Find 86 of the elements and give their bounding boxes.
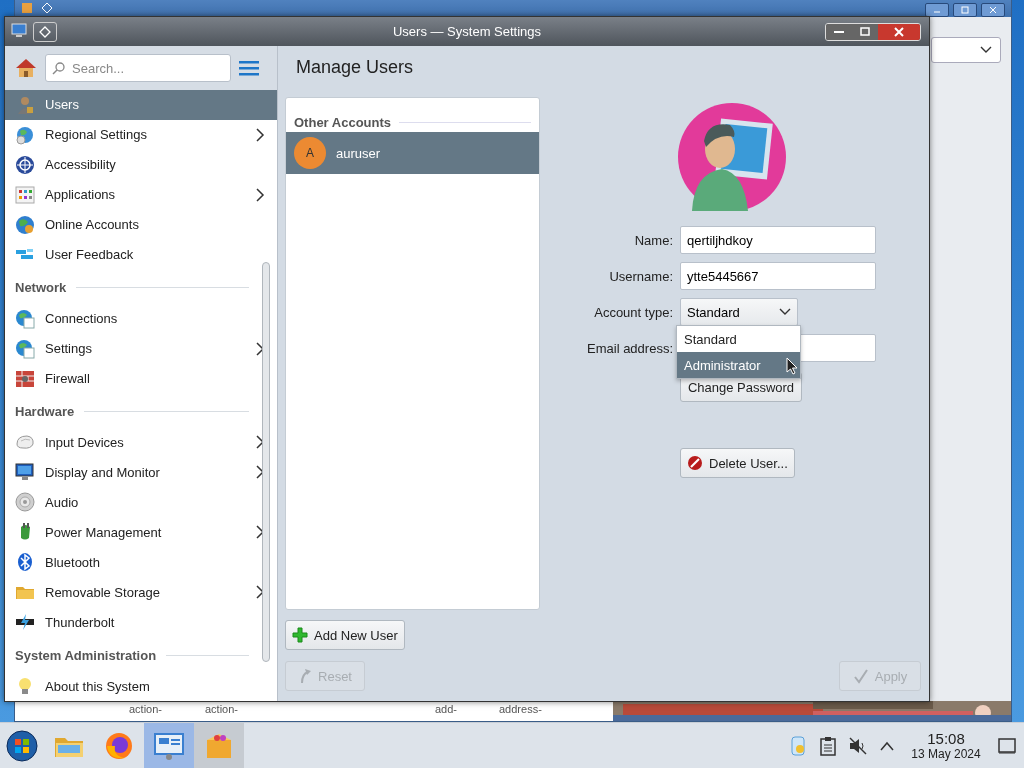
network-icon [15,338,35,359]
sidebar-item[interactable]: Input Devices [5,427,277,458]
delete-user-button[interactable]: Delete User... [680,448,795,478]
close-button[interactable] [878,23,920,40]
user-icon [15,94,35,115]
scrollbar[interactable] [262,262,270,662]
monitor-icon [11,21,27,38]
close-icon [989,6,997,14]
sidebar-item[interactable]: Firewall [5,363,277,394]
section-header: System Administration [15,647,157,663]
menu-option[interactable]: Administrator [677,352,800,378]
close-icon [894,26,904,37]
network-icon [15,308,35,329]
globe-icon [15,124,35,145]
pin-icon [41,2,53,14]
sidebar-item[interactable]: Audio [5,487,277,518]
windows-logo-icon [6,729,38,762]
minimize-button[interactable] [826,23,852,40]
sidebar-item[interactable]: Bluetooth [5,547,277,578]
sidebar-item[interactable]: Users [5,90,277,120]
muted-speaker-icon[interactable] [848,735,868,756]
pin-button[interactable] [33,21,57,42]
page-title: Manage Users [296,56,414,78]
field-label: Account type: [593,304,673,320]
sidebar-item[interactable]: Thunderbolt [5,607,277,638]
bluetooth-icon [15,552,35,573]
taskbar-app[interactable] [144,723,194,768]
account-type-dropdown[interactable]: Standard [680,298,798,326]
taskbar-app[interactable] [194,723,244,768]
grid-icon [15,184,35,205]
sidebar-item[interactable]: Applications [5,179,277,210]
avatar: A [294,137,326,169]
minimize-icon [834,30,844,33]
app-icon [21,2,33,14]
section-header: Other Accounts [294,114,392,130]
sidebar-item[interactable]: Display and Monitor [5,457,277,488]
search-icon [52,61,66,75]
column-label: address- [499,703,542,715]
section-header: Hardware [15,404,75,419]
close-button[interactable] [981,3,1005,17]
text-field[interactable]: ytte5445667 [680,262,876,290]
sidebar-item[interactable]: User Feedback [5,239,277,270]
plus-icon [292,627,308,643]
add-user-button[interactable]: Add New User [285,620,405,650]
chevron-down-icon [779,308,791,316]
dropdown[interactable] [931,37,1001,63]
sidebar-item[interactable]: Online Accounts [5,209,277,240]
minimize-button[interactable] [925,3,949,17]
clock[interactable]: 15:08 13 May 2024 [906,730,986,761]
arrow-icon [298,668,312,684]
globe-icon [15,214,35,235]
column-label: action- [205,703,239,715]
maximize-button[interactable] [852,23,878,40]
checkmark-icon [852,668,869,684]
text-field[interactable]: qertiljhdkoy [680,226,876,254]
sidebar-item[interactable]: Accessibility [5,149,277,180]
brick-wall-icon [15,368,35,389]
caret-up-icon[interactable] [880,740,894,751]
menu-icon[interactable] [239,60,259,76]
menu-option[interactable]: Standard [677,326,800,352]
diamond-icon [39,25,51,38]
chevron-down-icon [980,46,992,54]
speaker-icon [15,492,35,513]
field-label: Email address: [586,340,673,356]
no-entry-icon [687,455,703,471]
maximize-icon [860,26,870,37]
home-icon [15,58,37,78]
account-item[interactable]: A auruser [286,132,539,174]
show-desktop-icon[interactable] [998,737,1016,754]
search-field[interactable]: Search... [45,54,231,82]
maximize-icon [961,6,969,14]
section-header: Network [15,280,67,296]
sidebar-item[interactable]: Regional Settings [5,119,277,150]
sidebar-item[interactable]: Power Management [5,517,277,548]
column-label: add- [435,703,458,715]
sidebar-item[interactable]: About this System [5,671,277,701]
accessibility-icon [15,154,35,175]
clipboard-icon[interactable] [820,735,836,756]
monitor-icon [15,462,35,483]
field-label: Username: [608,268,673,284]
column-label: action- [129,703,163,715]
cursor-icon [786,357,798,375]
sidebar-item[interactable]: Connections [5,303,277,334]
maximize-button[interactable] [953,3,977,17]
window-title: Users — System Settings [392,24,542,39]
field-label: Name: [633,232,673,248]
